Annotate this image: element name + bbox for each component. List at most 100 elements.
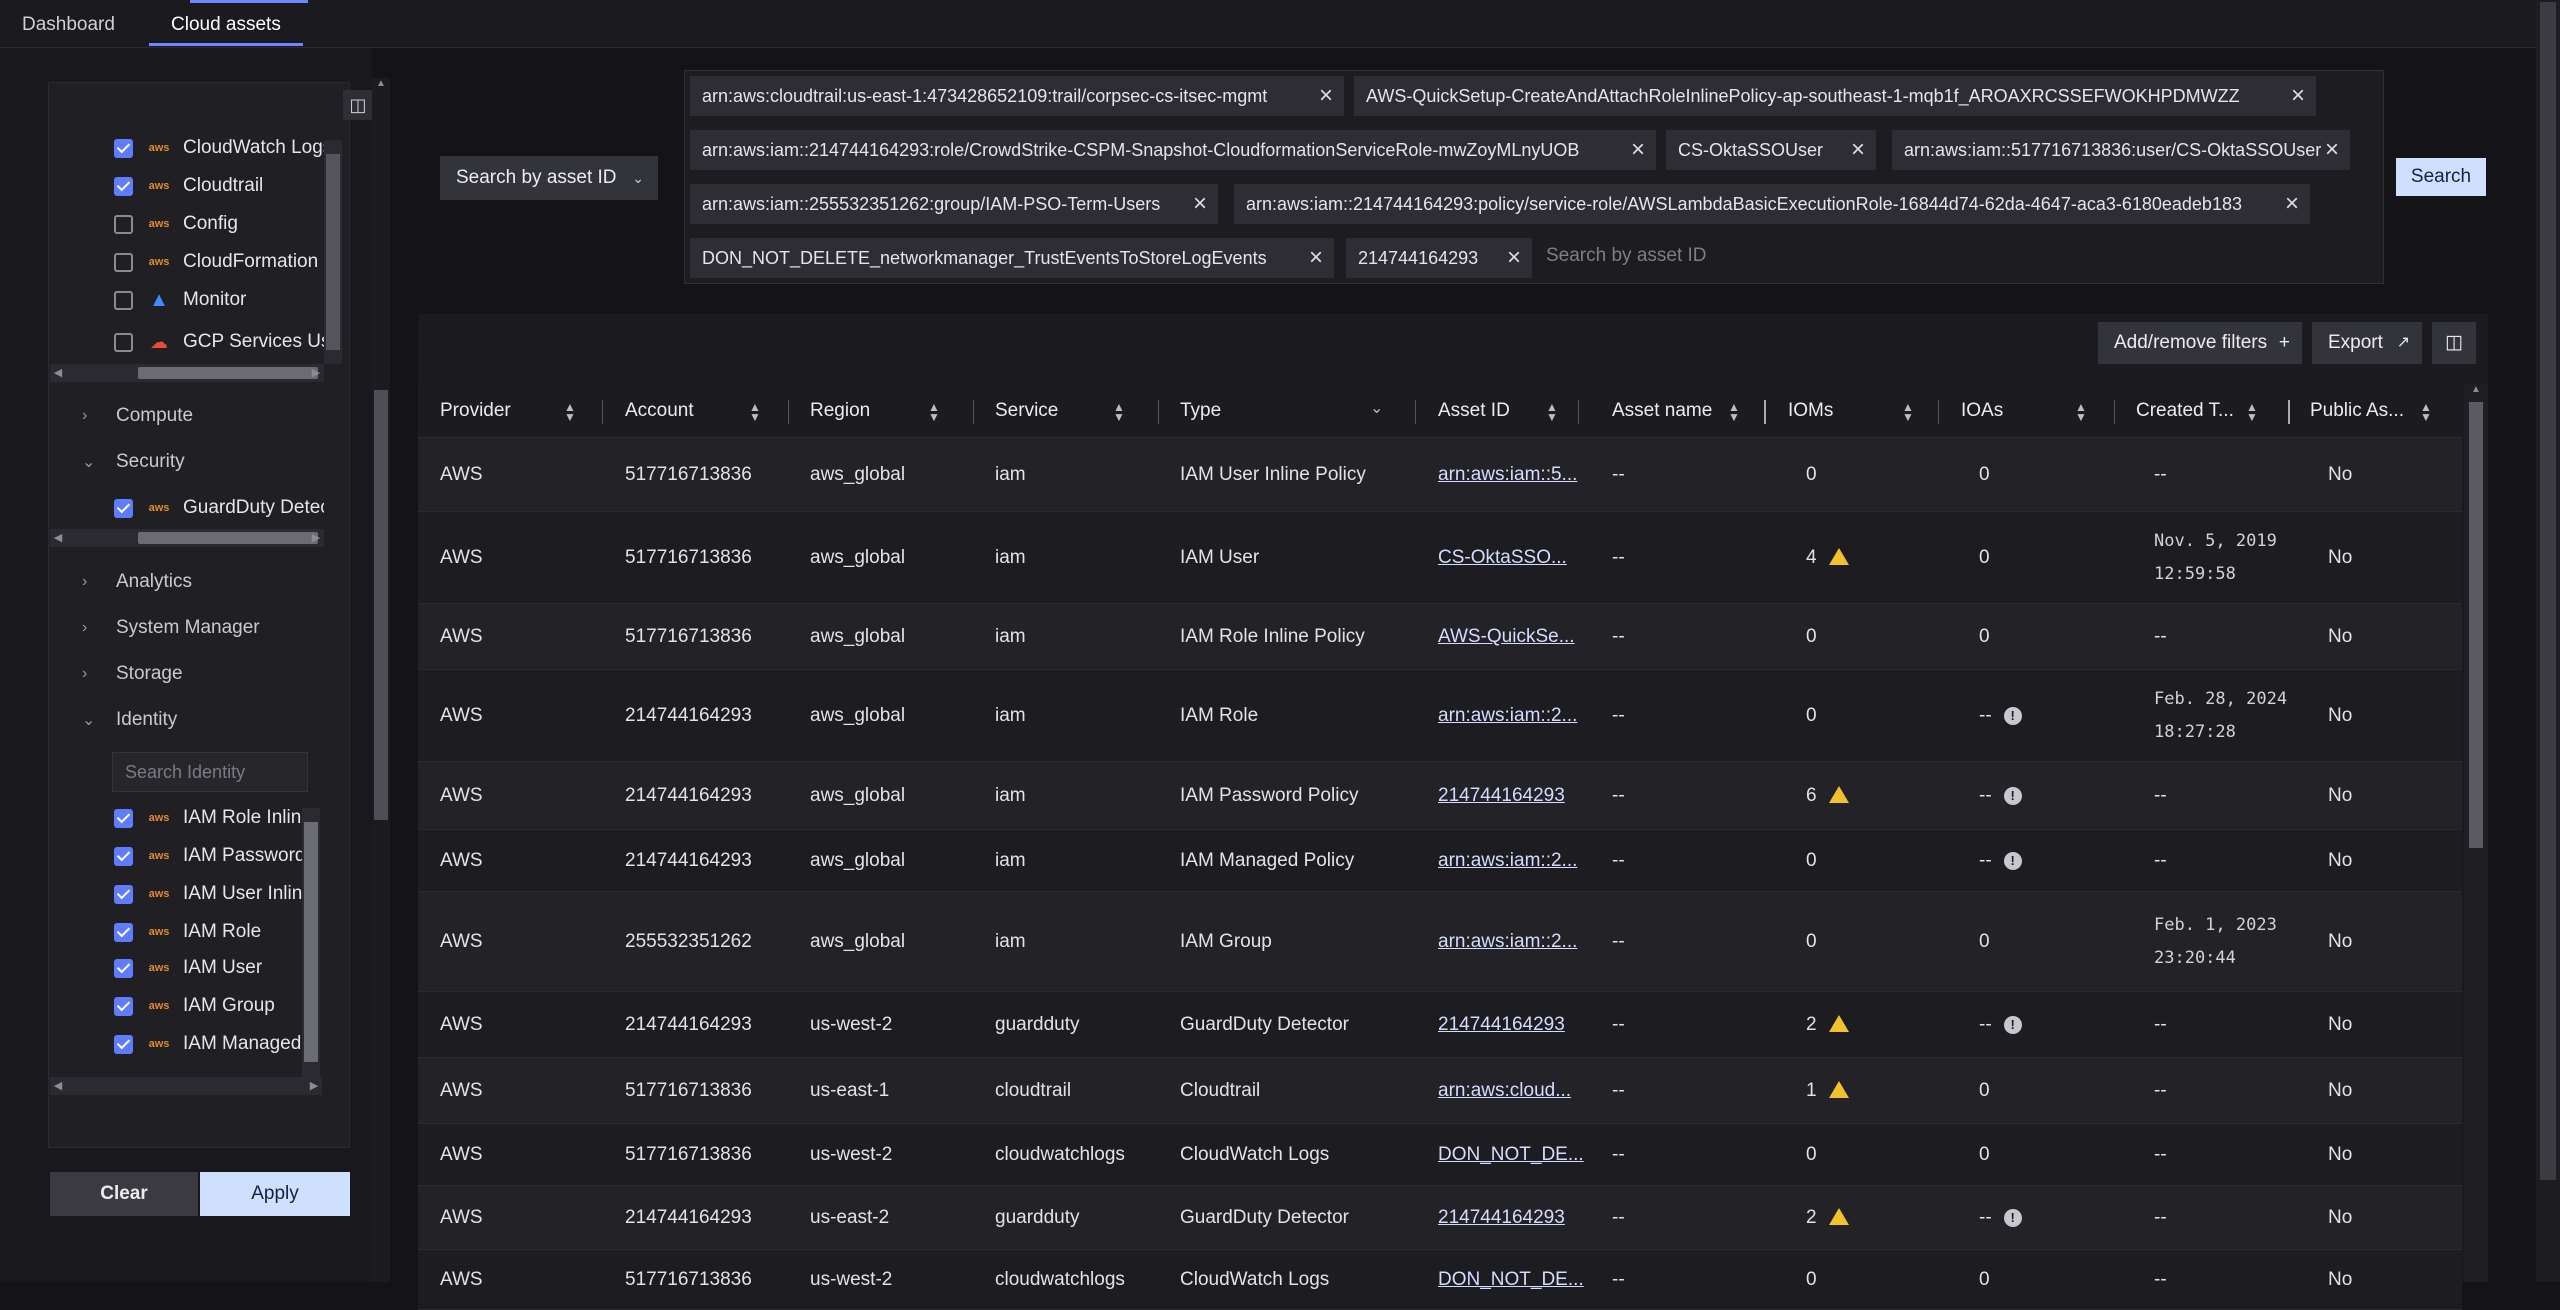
sort-icon[interactable]: ▲ ▼	[1902, 401, 1914, 423]
close-icon[interactable]: ×	[1502, 238, 1526, 278]
table-vscroll[interactable]: ▲	[2464, 384, 2488, 1282]
asset-id-link[interactable]: arn:aws:iam::5...	[1438, 438, 1577, 512]
sort-icon[interactable]: ▲ ▼	[2246, 401, 2258, 423]
column-header-public-access[interactable]: Public As... ▲ ▼	[2310, 384, 2432, 438]
filter-item-iam-role[interactable]: aws IAM Role	[114, 914, 261, 950]
table-row[interactable]: AWS 517716713836 aws_global iam IAM User CS-O…	[418, 512, 2462, 604]
close-icon[interactable]: ×	[1188, 184, 1212, 224]
table-row[interactable]: AWS 517716713836 us-west-2 cloudwatchlogs Cl…	[418, 1250, 2462, 1310]
table-row[interactable]: AWS 517716713836 aws_global iam IAM Role Inl…	[418, 604, 2462, 670]
asset-id-link[interactable]: arn:aws:iam::2...	[1438, 670, 1577, 762]
asset-id-link[interactable]: arn:aws:cloud...	[1438, 1058, 1571, 1124]
close-icon[interactable]: ×	[1626, 130, 1650, 170]
checkbox[interactable]	[114, 332, 133, 352]
checkbox[interactable]	[114, 996, 133, 1016]
checkbox[interactable]	[114, 922, 133, 942]
checkbox[interactable]	[114, 846, 133, 866]
category-analytics[interactable]: › Analytics	[82, 564, 192, 600]
filter-item-iam-role-inline-policy[interactable]: aws IAM Role Inline Policy	[114, 800, 302, 836]
chevron-down-icon[interactable]: ⌄	[1370, 382, 1383, 436]
checkbox[interactable]	[114, 290, 133, 310]
export-button[interactable]: Export ↗	[2312, 322, 2422, 364]
filter-item-iam-managed-policy[interactable]: aws IAM Managed Policy	[114, 1026, 302, 1062]
filter-item-guardduty[interactable]: aws GuardDuty Detector	[114, 490, 324, 526]
filter-item-iam-user-inline-policy[interactable]: aws IAM User Inline Policy	[114, 876, 302, 912]
apply-button[interactable]: Apply	[200, 1172, 350, 1216]
filter-item-config[interactable]: aws Config	[114, 206, 238, 242]
close-icon[interactable]: ×	[1304, 238, 1328, 278]
services-vscroll[interactable]	[324, 140, 342, 364]
column-header-asset-id[interactable]: Asset ID ▲ ▼	[1438, 384, 1558, 438]
category-system-manager[interactable]: › System Manager	[82, 610, 260, 646]
filter-item-iam-password-policy[interactable]: aws IAM Password Policy	[114, 838, 302, 874]
security-hscroll[interactable]: ◀ ▶	[50, 529, 324, 547]
tab-dashboard[interactable]: Dashboard	[22, 0, 115, 48]
identity-vscroll[interactable]	[302, 808, 320, 1078]
checkbox[interactable]	[114, 498, 133, 518]
category-security[interactable]: ⌄ Security	[82, 444, 185, 480]
column-header-ioas[interactable]: IOAs ▲ ▼	[1961, 384, 2087, 438]
asset-id-link[interactable]: arn:aws:iam::2...	[1438, 892, 1577, 992]
column-header-asset-name[interactable]: Asset name ▲ ▼	[1612, 384, 1740, 438]
clear-button[interactable]: Clear	[50, 1172, 198, 1216]
asset-id-link[interactable]: 214744164293	[1438, 992, 1565, 1058]
info-icon[interactable]: !	[2003, 852, 2022, 870]
panel-vscroll[interactable]: ▲	[372, 78, 390, 1282]
sort-icon[interactable]: ▲ ▼	[749, 401, 761, 423]
column-header-service[interactable]: Service ▲ ▼	[995, 384, 1125, 438]
collapse-panel-button[interactable]: ◫	[343, 90, 373, 120]
column-header-region[interactable]: Region ▲ ▼	[810, 384, 940, 438]
info-icon[interactable]: !	[2003, 707, 2022, 725]
filter-item-monitor[interactable]: ▲ Monitor	[114, 282, 246, 318]
asset-id-link[interactable]: 214744164293	[1438, 762, 1565, 830]
asset-id-search-input[interactable]: Search by asset ID	[1546, 245, 1707, 267]
sort-icon[interactable]: ▲ ▼	[928, 401, 940, 423]
column-header-type[interactable]: Type ⌄	[1180, 384, 1383, 438]
sort-icon[interactable]: ▲ ▼	[2420, 401, 2432, 423]
close-icon[interactable]: ×	[2320, 130, 2344, 170]
filter-item-gcp-services[interactable]: ☁ GCP Services Usage	[114, 324, 324, 360]
column-header-account[interactable]: Account ▲ ▼	[625, 384, 761, 438]
page-vscroll[interactable]	[2536, 0, 2560, 1282]
close-icon[interactable]: ×	[1314, 76, 1338, 116]
checkbox[interactable]	[114, 214, 133, 234]
sort-icon[interactable]: ▲ ▼	[1546, 401, 1558, 423]
identity-hscroll[interactable]: ◀ ▶	[50, 1077, 322, 1095]
close-icon[interactable]: ×	[1846, 130, 1870, 170]
services-hscroll[interactable]: ◀ ▶	[50, 364, 324, 382]
asset-id-link[interactable]: 214744164293	[1438, 1186, 1565, 1250]
search-identity-input[interactable]: Search Identity	[112, 752, 308, 792]
asset-id-link[interactable]: AWS-QuickSe...	[1438, 604, 1575, 670]
asset-id-link[interactable]: CS-OktaSSO...	[1438, 512, 1567, 604]
filter-item-cloudformation[interactable]: aws CloudFormation	[114, 244, 318, 280]
filter-item-cloudtrail[interactable]: aws Cloudtrail	[114, 168, 263, 204]
add-remove-filters-button[interactable]: Add/remove filters +	[2098, 322, 2302, 364]
checkbox[interactable]	[114, 958, 133, 978]
search-mode-dropdown[interactable]: Search by asset ID ⌄	[440, 156, 658, 200]
table-row[interactable]: AWS 214744164293 aws_global iam IAM Password…	[418, 762, 2462, 830]
table-row[interactable]: AWS 517716713836 us-east-1 cloudtrail Cloudt…	[418, 1058, 2462, 1124]
table-row[interactable]: AWS 214744164293 aws_global iam IAM Managed …	[418, 830, 2462, 892]
category-identity[interactable]: ⌄ Identity	[82, 702, 177, 738]
table-row[interactable]: AWS 517716713836 aws_global iam IAM User Inl…	[418, 438, 2462, 512]
info-icon[interactable]: !	[2003, 787, 2022, 805]
filter-item-iam-user[interactable]: aws IAM User	[114, 950, 262, 986]
table-row[interactable]: AWS 214744164293 us-west-2 guardduty GuardDu…	[418, 992, 2462, 1058]
sort-icon[interactable]: ▲ ▼	[1113, 401, 1125, 423]
asset-id-link[interactable]: DON_NOT_DE...	[1438, 1124, 1584, 1186]
asset-id-link[interactable]: arn:aws:iam::2...	[1438, 830, 1577, 892]
category-compute[interactable]: › Compute	[82, 398, 193, 434]
checkbox[interactable]	[114, 176, 133, 196]
info-icon[interactable]: !	[2003, 1209, 2022, 1227]
filter-item-iam-group[interactable]: aws IAM Group	[114, 988, 275, 1024]
table-row[interactable]: AWS 214744164293 us-east-2 guardduty GuardDu…	[418, 1186, 2462, 1250]
checkbox[interactable]	[114, 138, 133, 158]
column-header-created-time[interactable]: Created T... ▲ ▼	[2136, 384, 2258, 438]
checkbox[interactable]	[114, 252, 133, 272]
table-row[interactable]: AWS 517716713836 us-west-2 cloudwatchlogs Cl…	[418, 1124, 2462, 1186]
filter-item-cloudwatch-logs[interactable]: aws CloudWatch Logs	[114, 130, 324, 166]
tab-cloud-assets[interactable]: Cloud assets	[149, 0, 303, 48]
sort-icon[interactable]: ▲ ▼	[2075, 401, 2087, 423]
sort-icon[interactable]: ▲ ▼	[564, 401, 576, 423]
checkbox[interactable]	[114, 884, 133, 904]
